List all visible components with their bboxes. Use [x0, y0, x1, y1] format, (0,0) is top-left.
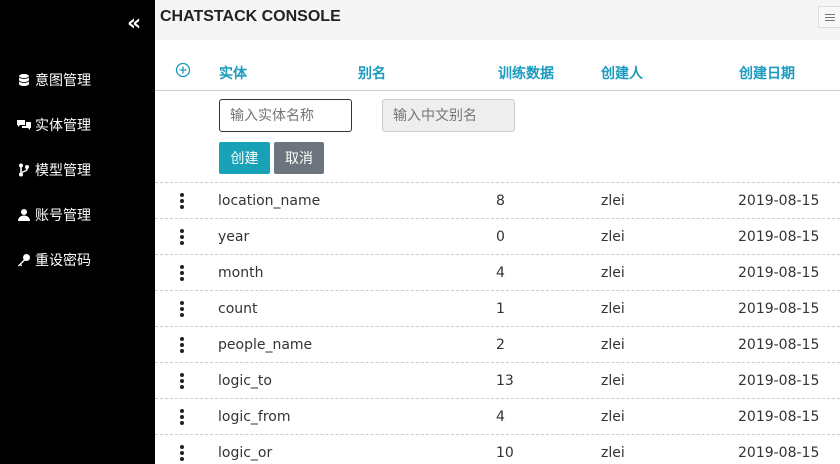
hamburger-menu-icon[interactable] [818, 6, 840, 28]
add-circle-icon[interactable] [175, 62, 191, 78]
new-entity-form: 创建 取消 [155, 91, 840, 183]
training-count-cell: 13 [496, 373, 514, 389]
entity-name-cell[interactable]: logic_or [218, 445, 272, 461]
app-title: CHATSTACK CONSOLE [160, 8, 341, 25]
date-cell: 2019-08-15 [738, 265, 820, 281]
sidebar-item-label: 意图管理 [35, 73, 91, 89]
topbar: CHATSTACK CONSOLE [155, 0, 840, 40]
table-row: logic_from 4 zlei 2019-08-15 [155, 399, 840, 435]
creator-cell: zlei [601, 445, 625, 461]
table-row: year 0 zlei 2019-08-15 [155, 219, 840, 255]
user-icon [15, 206, 33, 224]
sidebar-item-intent[interactable]: 意图管理 [0, 66, 155, 94]
create-button[interactable]: 创建 [219, 142, 270, 174]
cancel-button[interactable]: 取消 [274, 142, 324, 174]
chat-icon [15, 116, 33, 134]
sidebar-item-account[interactable]: 账号管理 [0, 201, 155, 229]
creator-cell: zlei [601, 337, 625, 353]
entity-name-cell[interactable]: logic_to [218, 373, 272, 389]
training-count-cell: 1 [496, 301, 505, 317]
creator-cell: zlei [601, 409, 625, 425]
date-cell: 2019-08-15 [738, 229, 820, 245]
training-count-cell: 10 [496, 445, 514, 461]
key-icon [15, 251, 33, 269]
more-options-icon[interactable] [177, 445, 187, 461]
entity-name-cell[interactable]: year [218, 229, 249, 245]
date-cell: 2019-08-15 [738, 373, 820, 389]
entity-table-body: location_name 8 zlei 2019-08-15 year 0 z… [155, 183, 840, 464]
training-count-cell: 2 [496, 337, 505, 353]
sidebar-item-label: 模型管理 [35, 163, 91, 179]
sidebar-item-label: 实体管理 [35, 118, 91, 134]
training-count-cell: 4 [496, 409, 505, 425]
more-options-icon[interactable] [177, 229, 187, 245]
date-cell: 2019-08-15 [738, 193, 820, 209]
table-row: month 4 zlei 2019-08-15 [155, 255, 840, 291]
more-options-icon[interactable] [177, 337, 187, 353]
entity-name-cell[interactable]: location_name [218, 193, 320, 209]
more-options-icon[interactable] [177, 193, 187, 209]
date-cell: 2019-08-15 [738, 409, 820, 425]
column-header-alias[interactable]: 别名 [358, 63, 386, 83]
alias-input [382, 99, 515, 132]
column-header-creator[interactable]: 创建人 [601, 63, 643, 83]
sidebar-item-model[interactable]: 模型管理 [0, 156, 155, 184]
table-row: people_name 2 zlei 2019-08-15 [155, 327, 840, 363]
more-options-icon[interactable] [177, 409, 187, 425]
collapse-sidebar-icon[interactable]: « [127, 13, 147, 36]
creator-cell: zlei [601, 373, 625, 389]
sidebar-item-label: 账号管理 [35, 208, 91, 224]
table-row: logic_to 13 zlei 2019-08-15 [155, 363, 840, 399]
table-row: logic_or 10 zlei 2019-08-15 [155, 435, 840, 464]
database-icon [15, 71, 33, 89]
entity-name-cell[interactable]: logic_from [218, 409, 291, 425]
entity-name-input[interactable] [219, 99, 352, 132]
more-options-icon[interactable] [177, 301, 187, 317]
sidebar-item-reset-password[interactable]: 重设密码 [0, 246, 155, 274]
table-row: count 1 zlei 2019-08-15 [155, 291, 840, 327]
sidebar-item-entity[interactable]: 实体管理 [0, 111, 155, 139]
branch-icon [15, 161, 33, 179]
creator-cell: zlei [601, 265, 625, 281]
training-count-cell: 4 [496, 265, 505, 281]
training-count-cell: 0 [496, 229, 505, 245]
column-header-training-data[interactable]: 训练数据 [498, 63, 554, 83]
more-options-icon[interactable] [177, 373, 187, 389]
sidebar: « 意图管理 实体管理 模型管理 账号管理 重设密码 [0, 0, 155, 464]
entity-name-cell[interactable]: people_name [218, 337, 312, 353]
entity-name-cell[interactable]: count [218, 301, 258, 317]
column-header-created-date[interactable]: 创建日期 [739, 63, 795, 83]
column-header-entity[interactable]: 实体 [219, 63, 247, 83]
creator-cell: zlei [601, 193, 625, 209]
creator-cell: zlei [601, 301, 625, 317]
date-cell: 2019-08-15 [738, 337, 820, 353]
table-row: location_name 8 zlei 2019-08-15 [155, 183, 840, 219]
date-cell: 2019-08-15 [738, 301, 820, 317]
training-count-cell: 8 [496, 193, 505, 209]
sidebar-item-label: 重设密码 [35, 253, 91, 269]
entity-name-cell[interactable]: month [218, 265, 263, 281]
table-header: 实体 别名 训练数据 创建人 创建日期 [155, 52, 840, 91]
more-options-icon[interactable] [177, 265, 187, 281]
date-cell: 2019-08-15 [738, 445, 820, 461]
creator-cell: zlei [601, 229, 625, 245]
